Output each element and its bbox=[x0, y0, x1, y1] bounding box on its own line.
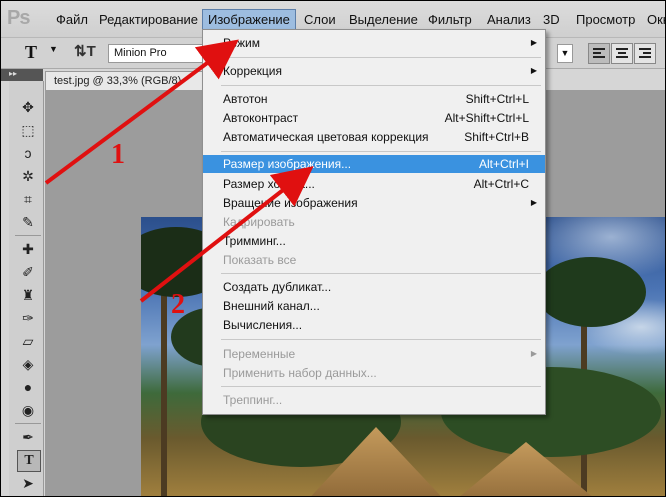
annotation-label-2: 2 bbox=[171, 289, 185, 320]
arrow-1 bbox=[44, 39, 239, 185]
annotation-arrows bbox=[44, 39, 314, 303]
photoshop-window: Ps Файл Редактирование Изображение Слои … bbox=[0, 0, 666, 497]
arrow-2 bbox=[139, 166, 314, 303]
annotation-label-1: 1 bbox=[111, 139, 125, 170]
